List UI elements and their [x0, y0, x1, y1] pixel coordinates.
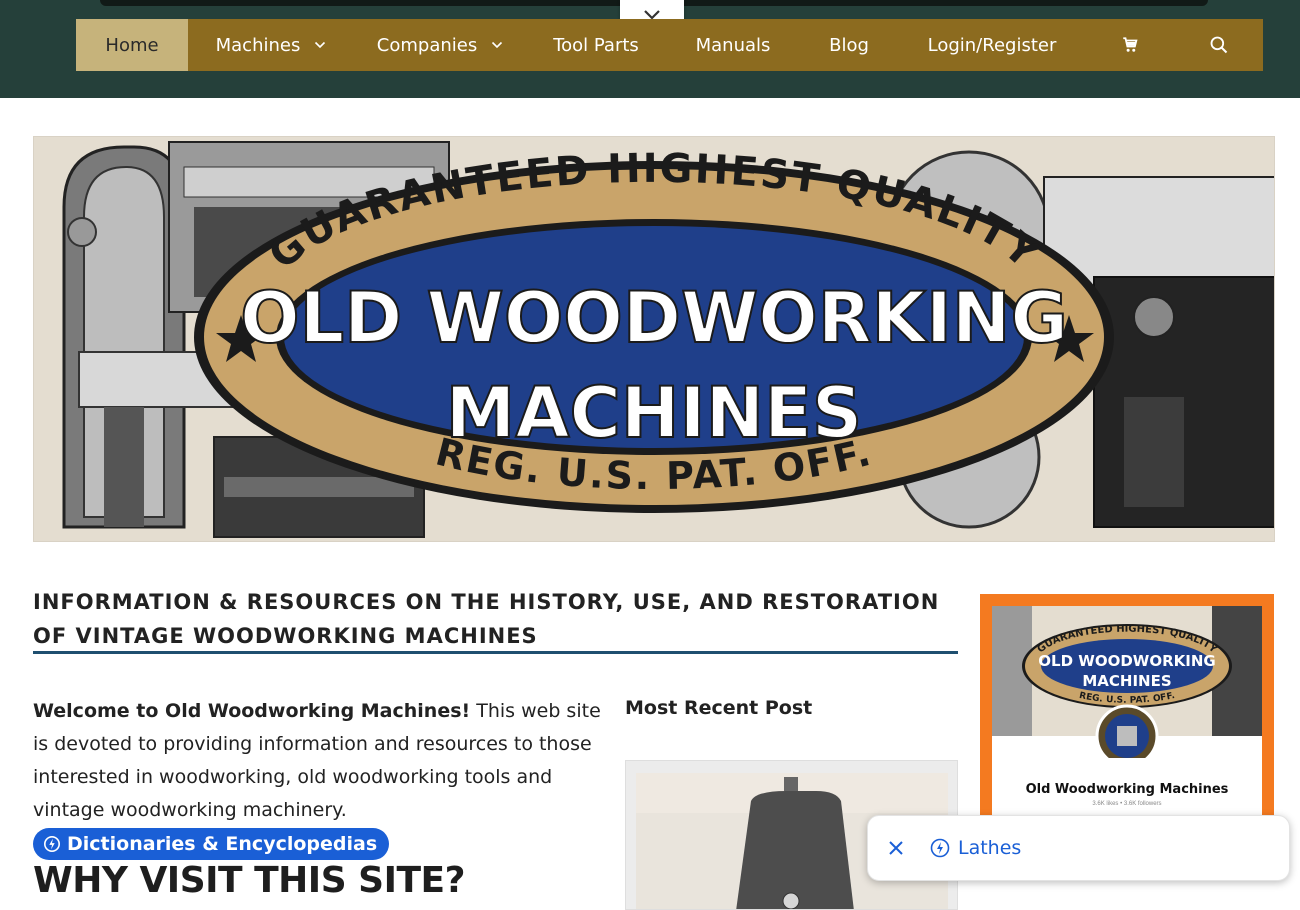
nav-companies-label: Companies [376, 34, 478, 56]
chevron-down-icon [314, 41, 326, 49]
nav-home[interactable]: Home [76, 19, 188, 71]
why-heading: WHY VISIT THIS SITE? [33, 860, 466, 901]
nav-manuals-label: Manuals [695, 34, 771, 56]
fb-logo-line2: MACHINES [1082, 672, 1171, 690]
main-nav: Home Machines Companies Tool Parts Manua… [76, 19, 1263, 71]
cart-button[interactable] [1086, 19, 1174, 71]
facebook-widget-inner: GUARANTEED HIGHEST QUALITY OLD WOODWORKI… [992, 606, 1262, 824]
facebook-avatar [1095, 704, 1159, 758]
facebook-page-stats: 3.6K likes • 3.6K followers [1092, 801, 1162, 807]
nav-machines[interactable]: Machines [188, 19, 354, 71]
lathes-label: Lathes [958, 837, 1022, 859]
nav-blog-label: Blog [829, 34, 869, 56]
welcome-paragraph: Welcome to Old Woodworking Machines! Thi… [33, 695, 603, 860]
headline-divider [33, 651, 958, 654]
close-button[interactable] [884, 836, 908, 860]
bolt-circle-icon [930, 838, 950, 858]
facebook-page-name: Old Woodworking Machines [1025, 782, 1229, 797]
nav-machines-label: Machines [215, 34, 301, 56]
site-header: Home Machines Companies Tool Parts Manua… [0, 0, 1300, 98]
nav-blog[interactable]: Blog [800, 19, 898, 71]
suggestion-popup: Lathes [867, 815, 1290, 881]
bolt-circle-icon [43, 835, 61, 852]
dictionaries-link-pill[interactable]: Dictionaries & Encyclopedias [33, 827, 390, 860]
fb-logo-line1: OLD WOODWORKING [1038, 652, 1215, 670]
cart-icon [1123, 37, 1138, 52]
page-headline: INFORMATION & RESOURCES ON THE HISTORY, … [33, 590, 940, 648]
welcome-bold: Welcome to Old Woodworking Machines! [33, 700, 471, 722]
recent-post-title: Most Recent Post [625, 697, 813, 719]
nav-tool-parts-label: Tool Parts [553, 34, 639, 56]
nav-login-label: Login/Register [927, 34, 1057, 56]
nav-companies[interactable]: Companies [354, 19, 526, 71]
emblem-top-text: GUARANTEED HIGHEST QUALITY [260, 146, 1046, 279]
search-icon [1210, 36, 1227, 54]
nav-manuals[interactable]: Manuals [666, 19, 800, 71]
emblem-line1: OLD WOODWORKING [240, 277, 1068, 359]
nav-home-label: Home [105, 34, 159, 56]
search-button[interactable] [1174, 19, 1263, 71]
svg-text:GUARANTEED HIGHEST QUALITY: GUARANTEED HIGHEST QUALITY [260, 146, 1048, 279]
close-icon [889, 841, 903, 855]
nav-login-register[interactable]: Login/Register [898, 19, 1086, 71]
emblem-text: GUARANTEED HIGHEST QUALITY OLD WOODWORKI… [239, 146, 1069, 498]
nav-tool-parts[interactable]: Tool Parts [526, 19, 666, 71]
lathes-suggestion-link[interactable]: Lathes [930, 837, 1021, 859]
chevron-down-icon [491, 41, 503, 49]
hero-banner: GUARANTEED HIGHEST QUALITY OLD WOODWORKI… [33, 136, 1275, 542]
dictionaries-label: Dictionaries & Encyclopedias [67, 832, 378, 855]
emblem-line2: MACHINES [446, 372, 863, 454]
facebook-widget[interactable]: GUARANTEED HIGHEST QUALITY OLD WOODWORKI… [980, 594, 1274, 824]
